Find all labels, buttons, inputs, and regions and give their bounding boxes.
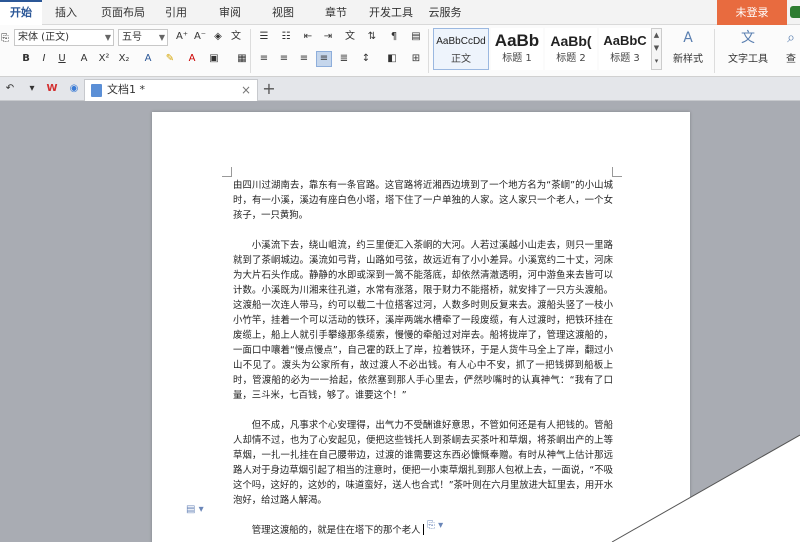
page-fold-overlay	[611, 434, 800, 542]
